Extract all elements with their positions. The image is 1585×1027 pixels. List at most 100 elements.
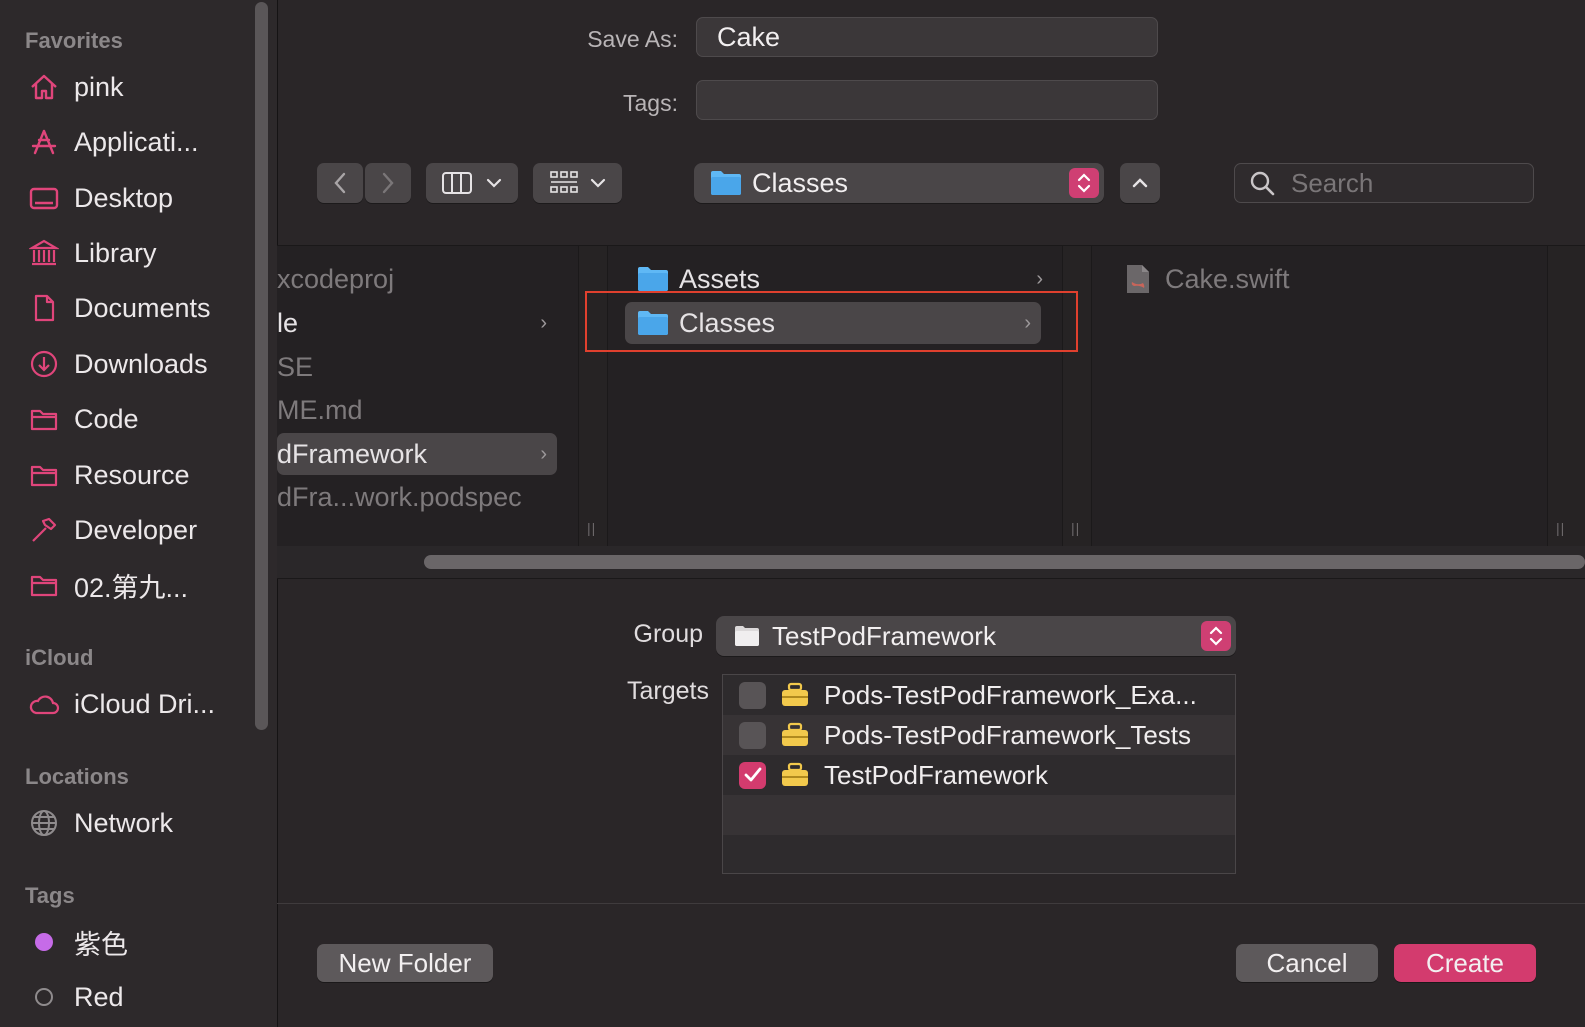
toolbox-icon <box>782 722 808 746</box>
item-label: le <box>277 307 299 338</box>
sidebar-item-documents[interactable]: Documents <box>28 286 248 330</box>
sidebar-item-library[interactable]: Library <box>28 231 248 275</box>
divider <box>277 903 1585 904</box>
sidebar-item-downloads[interactable]: Downloads <box>28 342 248 386</box>
save-as-label: Save As: <box>587 26 678 52</box>
list-item[interactable]: dFra...work.podspec <box>277 476 557 518</box>
sidebar-item-label: Developer <box>74 514 198 545</box>
location-popup[interactable]: Classes <box>694 163 1104 203</box>
folder-icon <box>28 403 60 435</box>
chevron-down-icon <box>486 178 502 188</box>
sidebar-item-label: Network <box>74 807 174 838</box>
empty-row <box>723 795 1235 835</box>
hammer-icon <box>28 514 60 546</box>
folder-icon <box>638 267 668 291</box>
sidebar-item-label: Code <box>74 403 139 434</box>
horizontal-scrollbar[interactable] <box>424 555 1585 569</box>
item-label: xcodeproj <box>277 263 395 294</box>
targets-label: Targets <box>627 677 709 705</box>
sidebar-item-label: Red <box>74 981 124 1012</box>
save-as-field[interactable]: Cake <box>696 17 1158 57</box>
targets-list: Pods-TestPodFramework_Exa... Pods-TestPo… <box>722 674 1236 874</box>
sidebar-item-label: Library <box>74 237 157 268</box>
sidebar-item-developer[interactable]: Developer <box>28 508 248 552</box>
target-checkbox-checked[interactable] <box>739 761 766 789</box>
expand-collapse-button[interactable] <box>1120 163 1160 203</box>
list-item[interactable]: SE <box>277 346 557 388</box>
purple-tag-dot-icon <box>28 926 60 958</box>
applications-icon <box>28 126 60 158</box>
chevron-up-icon <box>1132 178 1148 188</box>
cancel-button[interactable]: Cancel <box>1236 944 1378 982</box>
sidebar-item-applications[interactable]: Applicati... <box>28 120 248 164</box>
new-folder-button[interactable]: New Folder <box>317 944 493 982</box>
sidebar-item-label: Documents <box>74 292 211 323</box>
target-label: TestPodFramework <box>824 759 1048 790</box>
cloud-icon <box>28 688 60 720</box>
sidebar-item-icloud-drive[interactable]: iCloud Dri... <box>28 682 248 726</box>
browser-column-1: xcodeproj le › SE ME.md dFramework › dFra.… <box>277 246 577 546</box>
sidebar-item-network[interactable]: Network <box>28 801 248 845</box>
location-value: Classes <box>752 167 849 198</box>
item-label: ME.md <box>277 394 363 425</box>
list-item[interactable]: xcodeproj <box>277 258 557 300</box>
create-button[interactable]: Create <box>1394 944 1536 982</box>
item-label: SE <box>277 351 314 382</box>
sidebar-item-02[interactable]: 02.第九... <box>28 563 248 607</box>
network-icon <box>28 807 60 839</box>
toolbox-icon <box>782 682 808 706</box>
document-icon <box>28 292 60 324</box>
list-item[interactable]: Cake.swift <box>1125 258 1525 300</box>
tags-label: Tags: <box>623 90 678 116</box>
list-item[interactable]: le › <box>277 302 557 344</box>
group-view-button[interactable] <box>533 163 622 203</box>
empty-tag-dot-icon <box>28 981 60 1013</box>
sidebar-item-pink[interactable]: pink <box>28 65 248 109</box>
sidebar-item-desktop[interactable]: Desktop <box>28 176 248 220</box>
tags-field[interactable] <box>696 80 1158 120</box>
chevron-right-icon: › <box>540 311 547 334</box>
locations-header: Locations <box>25 764 129 789</box>
sidebar-tag-purple[interactable]: 紫色 <box>28 920 248 964</box>
sidebar-item-label: Applicati... <box>74 126 199 157</box>
chevron-down-icon <box>590 178 605 188</box>
search-field[interactable] <box>1234 163 1534 203</box>
search-input[interactable] <box>1289 166 1513 200</box>
sidebar-item-code[interactable]: Code <box>28 397 248 441</box>
target-row[interactable]: Pods-TestPodFramework_Exa... <box>723 675 1235 715</box>
home-icon <box>28 71 60 103</box>
sidebar-scrollbar[interactable] <box>255 2 268 730</box>
list-item[interactable]: ME.md <box>277 389 557 431</box>
popup-stepper-icon <box>1201 621 1231 651</box>
folder-icon <box>735 626 759 646</box>
sidebar-item-label: 紫色 <box>74 929 128 960</box>
target-checkbox[interactable] <box>739 721 766 749</box>
sidebar-item-label: Desktop <box>74 182 174 213</box>
icloud-header: iCloud <box>25 645 94 670</box>
group-popup[interactable]: TestPodFramework <box>716 616 1236 656</box>
chevron-right-icon: › <box>1036 267 1043 290</box>
back-button[interactable] <box>317 163 363 203</box>
sidebar-item-label: iCloud Dri... <box>74 688 216 719</box>
target-row[interactable]: Pods-TestPodFramework_Tests <box>723 715 1235 755</box>
target-label: Pods-TestPodFramework_Exa... <box>824 679 1197 710</box>
column-view-button[interactable] <box>426 163 518 203</box>
popup-stepper-icon <box>1069 168 1099 198</box>
forward-button[interactable] <box>365 163 411 203</box>
column-resize-handle[interactable]: || <box>1547 246 1585 546</box>
folder-icon <box>28 459 60 491</box>
sidebar-tag-red[interactable]: Red <box>28 975 248 1019</box>
favorites-header: Favorites <box>25 28 123 53</box>
target-row[interactable]: TestPodFramework <box>723 755 1235 795</box>
columns-icon <box>442 172 472 194</box>
sidebar-item-label: Downloads <box>74 348 208 379</box>
sidebar-item-resource[interactable]: Resource <box>28 453 248 497</box>
target-checkbox[interactable] <box>739 681 766 709</box>
list-item-selected[interactable]: dFramework › <box>277 433 557 475</box>
sidebar-item-label: Resource <box>74 459 190 490</box>
target-label: Pods-TestPodFramework_Tests <box>824 719 1192 750</box>
chevron-left-icon <box>334 172 346 194</box>
checkmark-icon <box>744 767 761 782</box>
chevron-right-icon <box>382 172 394 194</box>
item-label: Assets <box>679 263 761 294</box>
